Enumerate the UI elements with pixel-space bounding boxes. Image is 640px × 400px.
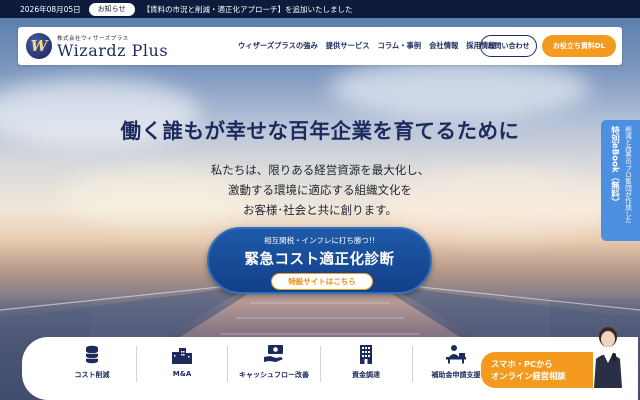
ebook-tab-caption: 削減と改善のプロ集団が作成した [623, 126, 632, 224]
campaign-banner[interactable]: 相互関税・インフレに打ち勝つ!! 緊急コスト適正化診断 特設サイトはこちら [207, 227, 432, 294]
online-consult-line: スマホ・PCから [491, 359, 553, 369]
campaign-subtitle: 相互関税・インフレに打ち勝つ!! [264, 236, 375, 245]
site-logo[interactable]: W 株式会社ウィザーズプラス Wizardz Plus [26, 33, 168, 59]
office-building-icon [360, 345, 372, 364]
service-label: コスト削減 [74, 371, 110, 379]
buildings-icon [172, 348, 192, 364]
hero-lead-line: 私たちは、限りある経営資源を最大化し、 [210, 163, 430, 177]
service-label: キャッシュフロー改善 [239, 371, 309, 379]
service-ma[interactable]: M&A [152, 344, 212, 391]
service-label: 資金調達 [352, 371, 380, 379]
download-button[interactable]: お役立ち資料DL [542, 35, 616, 57]
hero-lead: 私たちは、限りある経営資源を最大化し、 激動する環境に適応する組織文化を お客様… [0, 160, 640, 220]
logo-mark-icon: W [26, 33, 52, 59]
hero-catchphrase: 働く誰もが幸せな百年企業を育てるために [120, 119, 520, 143]
online-consult-line: オンライン経営相談 [491, 371, 566, 381]
nav-item-company[interactable]: 会社情報 [429, 41, 458, 51]
campaign-site-button[interactable]: 特設サイトはこちら [271, 273, 373, 290]
logo-brand-name: Wizardz Plus [57, 40, 169, 60]
hero-lead-line: 激動する環境に適応する組織文化を [228, 183, 412, 197]
nav-item-strengths[interactable]: ウィザーズプラスの強み [238, 41, 318, 51]
site-header: W 株式会社ウィザーズプラス Wizardz Plus ウィザーズプラスの強み … [18, 27, 622, 65]
service-cashflow[interactable]: キャッシュフロー改善 [236, 344, 312, 391]
service-subsidy[interactable]: 補助金申請支援 [422, 344, 490, 391]
online-consult-button[interactable]: スマホ・PCから オンライン経営相談 [481, 352, 593, 388]
ebook-side-tab[interactable]: 削減と改善のプロ集団が作成した 特別eBook（無料） [601, 120, 640, 241]
news-badge: お知らせ [88, 2, 135, 16]
service-label: 補助金申請支援 [431, 371, 481, 379]
nav-item-columns[interactable]: コラム・事例 [378, 41, 422, 51]
service-fundraising[interactable]: 資金調達 [336, 344, 396, 391]
nav-item-services[interactable]: 提供サービス [326, 41, 370, 51]
service-cost-reduction[interactable]: コスト削減 [62, 344, 122, 391]
service-divider [227, 346, 228, 382]
service-divider [136, 346, 137, 382]
hero-lead-line: お客様･社会と共に創ります。 [242, 203, 398, 217]
service-label: M&A [172, 370, 192, 378]
news-link[interactable]: 【賃料の市況と削減・適正化アプローチ】を追加いたしました [143, 4, 353, 15]
global-nav: ウィザーズプラスの強み 提供サービス コラム・事例 会社情報 採用情報 [238, 27, 495, 65]
cash-hand-icon [264, 345, 283, 362]
service-divider [320, 346, 321, 382]
ebook-tab-title: 特別eBook（無料） [609, 126, 620, 207]
consultant-avatar [594, 327, 622, 388]
news-date: 2026年08月05日 [20, 4, 81, 14]
contact-button[interactable]: お問い合わせ [480, 35, 537, 57]
coin-stack-icon [86, 345, 98, 364]
news-bar: 2026年08月05日 お知らせ 【賃料の市況と削減・適正化アプローチ】を追加い… [0, 0, 640, 18]
campaign-title: 緊急コスト適正化診断 [244, 251, 395, 268]
service-divider [412, 346, 413, 382]
person-desk-icon [446, 345, 466, 364]
